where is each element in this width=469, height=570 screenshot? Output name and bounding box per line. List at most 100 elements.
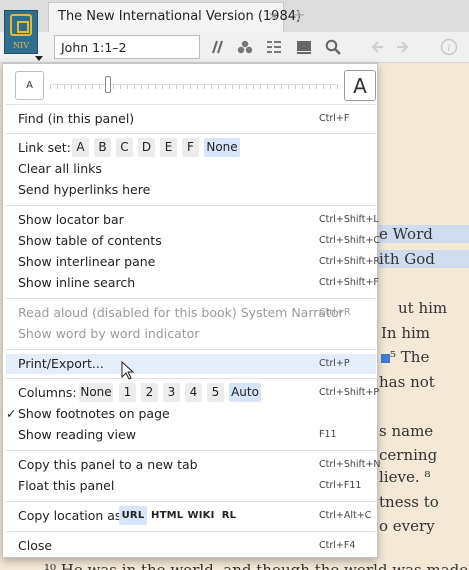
mouse-cursor-icon <box>121 361 135 380</box>
menu-item-word-indicator: Show word by word indicator <box>6 324 376 344</box>
copy-location-html-button[interactable]: HTML <box>151 506 183 525</box>
copy-location-wiki-button[interactable]: WIKI <box>187 506 215 525</box>
back-icon[interactable] <box>368 38 386 56</box>
svg-text:i: i <box>447 43 450 54</box>
tab-niv[interactable]: The New International Version (1984) × <box>48 2 301 32</box>
menu-item-link-set: Link set: A B C D E F None <box>6 138 376 158</box>
menu-item-label: Read aloud (disabled for this book) Syst… <box>18 305 344 320</box>
link-set-f-button[interactable]: F <box>182 138 199 157</box>
menu-item-label: Copy this panel to a new tab <box>18 457 198 472</box>
add-tab-icon[interactable]: + <box>292 5 305 24</box>
menu-item-toc[interactable]: Show table of contents Ctrl+Shift+C <box>6 231 380 251</box>
link-set-e-button[interactable]: E <box>160 138 177 157</box>
reader-line: cerning <box>379 446 438 464</box>
zoom-slider-thumb[interactable] <box>104 76 111 93</box>
reader-line: ith God <box>379 250 469 268</box>
menu-item-shortcut: Ctrl+F4 <box>319 540 356 551</box>
menu-item-shortcut: Ctrl+P <box>319 358 350 369</box>
link-set-a-button[interactable]: A <box>72 138 89 157</box>
menu-item-label: Show locator bar <box>18 212 124 227</box>
menu-item-shortcut: Ctrl+Shift+F <box>319 277 379 288</box>
link-set-d-button[interactable]: D <box>138 138 155 157</box>
reader-line: ut him <box>398 299 448 317</box>
menu-separator <box>6 133 376 134</box>
zoom-out-button[interactable]: A <box>15 71 44 100</box>
menu-item-shortcut: Ctrl+Shift+C <box>319 235 381 246</box>
columns-auto-button[interactable]: Auto <box>229 383 261 402</box>
people-icon[interactable] <box>236 38 254 56</box>
link-set-none-button[interactable]: None <box>204 138 240 157</box>
footnote-marker-icon[interactable] <box>381 353 390 363</box>
copy-location-url-button[interactable]: URL <box>119 506 147 525</box>
columns-1-button[interactable]: 1 <box>119 383 136 402</box>
menu-item-label: Copy location as: <box>18 508 126 523</box>
menu-item-shortcut: Ctrl+Shift+L <box>319 214 379 225</box>
menu-item-close[interactable]: Close Ctrl+F4 <box>6 536 376 556</box>
menu-item-show-footnotes[interactable]: ✓ Show footnotes on page <box>6 404 376 424</box>
reader-line: o every <box>379 517 435 535</box>
menu-item-label: Columns: <box>18 385 77 400</box>
menu-item-copy-panel[interactable]: Copy this panel to a new tab Ctrl+Shift+… <box>6 455 381 475</box>
menu-item-label: Show inline search <box>18 275 136 290</box>
menu-item-label: Send hyperlinks here <box>18 182 151 197</box>
panel-icon[interactable] <box>295 38 313 56</box>
location-input[interactable]: John 1:1–2 <box>54 35 200 59</box>
link-set-b-button[interactable]: B <box>94 138 111 157</box>
menu-item-label: Show word by word indicator <box>18 326 200 341</box>
book-icon[interactable]: NIV <box>4 10 38 54</box>
menu-item-shortcut: F11 <box>319 429 337 440</box>
info-icon[interactable]: i <box>440 38 458 56</box>
menu-item-find[interactable]: Find (in this panel) Ctrl+F <box>6 109 376 129</box>
reader-line: s name <box>379 422 434 440</box>
reader-line: e Word <box>379 225 469 243</box>
columns-5-button[interactable]: 5 <box>207 383 224 402</box>
menu-separator <box>6 450 376 451</box>
menu-item-shortcut: Ctrl+F11 <box>319 480 362 491</box>
search-icon[interactable] <box>324 38 342 56</box>
menu-separator <box>6 298 376 299</box>
menu-item-label: Show reading view <box>18 427 136 442</box>
menu-separator <box>6 531 376 532</box>
menu-item-label: Float this panel <box>18 478 115 493</box>
parallel-icon[interactable] <box>207 38 225 56</box>
menu-item-label: Print/Export... <box>18 356 104 371</box>
menu-item-shortcut: Ctrl+Alt+C <box>319 510 372 521</box>
columns-none-button[interactable]: None <box>79 383 113 402</box>
columns-2-button[interactable]: 2 <box>141 383 158 402</box>
menu-item-label: Link set: <box>18 140 71 155</box>
reader-line: tness to <box>379 493 439 511</box>
chevron-down-icon[interactable] <box>35 56 43 61</box>
columns-3-button[interactable]: 3 <box>163 383 180 402</box>
close-tab-icon[interactable]: × <box>268 9 278 23</box>
menu-item-send-hyperlinks[interactable]: Send hyperlinks here <box>6 180 376 200</box>
menu-separator <box>6 501 376 502</box>
reader-line: In him <box>381 324 431 342</box>
link-set-c-button[interactable]: C <box>116 138 133 157</box>
menu-item-reading-view[interactable]: Show reading view F11 <box>6 425 376 445</box>
panel-menu: A A Find (in this panel) Ctrl+F Link set… <box>2 63 381 558</box>
menu-item-clear-links[interactable]: Clear all links <box>6 159 376 179</box>
menu-item-shortcut: Ctrl+Shift+R <box>319 256 381 267</box>
tab-bar: The New International Version (1984) × + <box>0 0 469 32</box>
menu-item-float-panel[interactable]: Float this panel Ctrl+F11 <box>6 476 376 496</box>
zoom-in-button[interactable]: A <box>344 70 376 101</box>
forward-icon[interactable] <box>394 38 412 56</box>
reader-line: ⁵ The <box>381 348 429 366</box>
menu-item-read-aloud: Read aloud (disabled for this book) Syst… <box>6 303 376 323</box>
menu-item-label: Close <box>18 538 53 553</box>
menu-item-interlinear[interactable]: Show interlinear pane Ctrl+Shift+R <box>6 252 380 272</box>
reader-line: ¹⁰ He was in the world, and though the w… <box>44 561 469 570</box>
toolbar: John 1:1–2 i <box>0 32 469 63</box>
copy-location-rl-button[interactable]: RL <box>219 506 239 525</box>
zoom-slider-ticks <box>50 85 338 89</box>
menu-item-label: Show footnotes on page <box>18 406 170 421</box>
menu-separator <box>6 349 376 350</box>
menu-item-inline-search[interactable]: Show inline search Ctrl+Shift+F <box>6 273 379 293</box>
menu-item-locator-bar[interactable]: Show locator bar Ctrl+Shift+L <box>6 210 379 230</box>
checkmark-icon: ✓ <box>6 406 17 421</box>
interlinear-icon[interactable] <box>265 38 283 56</box>
menu-item-print-export[interactable]: Print/Export... Ctrl+P <box>6 354 376 374</box>
celtic-knot-icon <box>10 14 32 36</box>
columns-4-button[interactable]: 4 <box>185 383 202 402</box>
menu-item-shortcut: Ctrl+Shift+N <box>319 459 381 470</box>
